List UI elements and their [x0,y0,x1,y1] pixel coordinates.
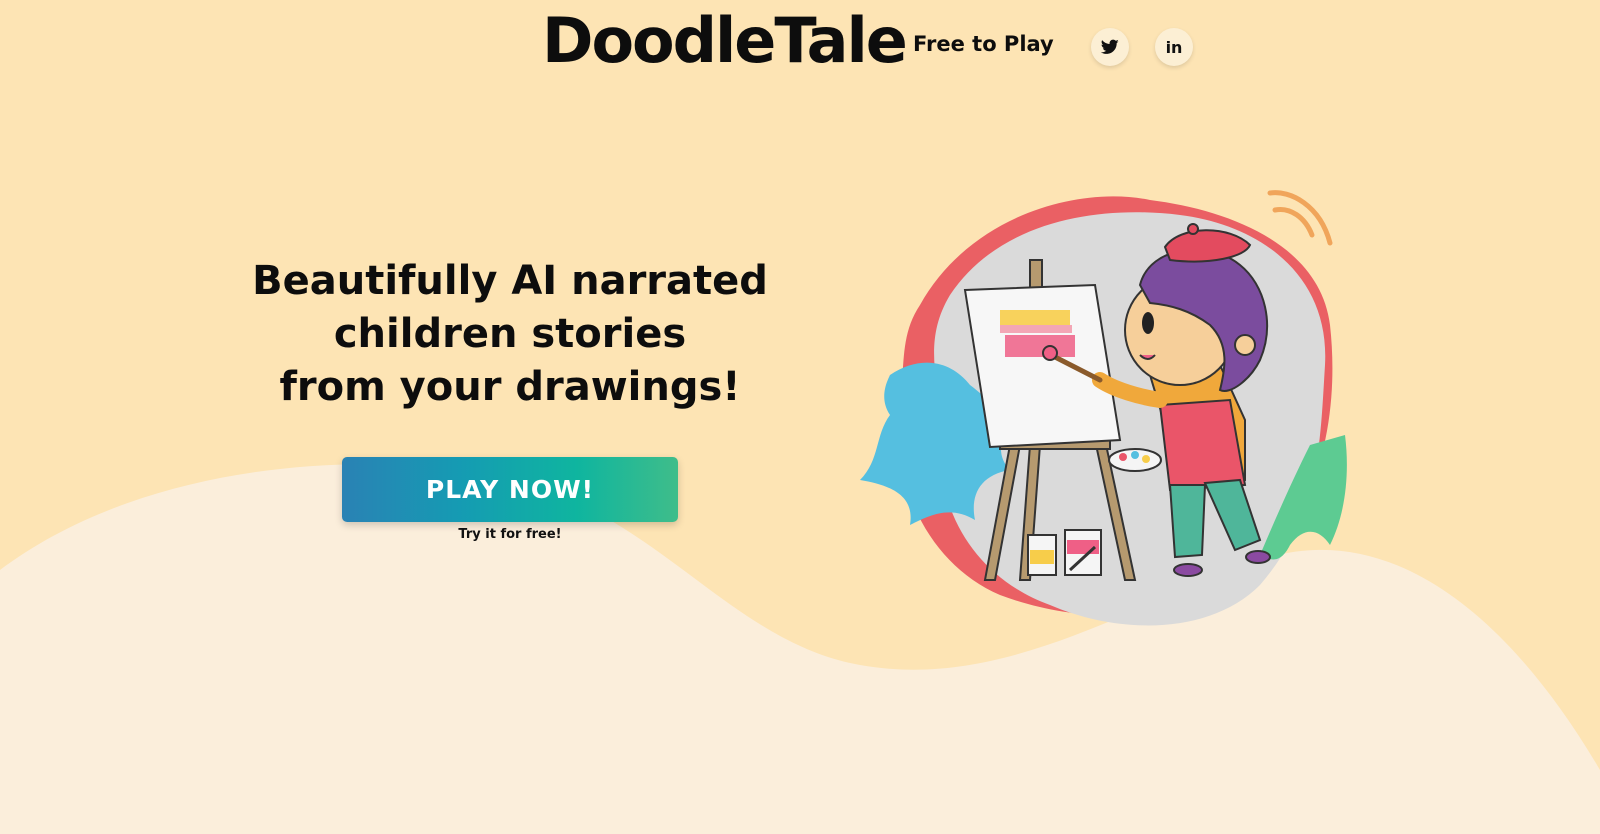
site-logo[interactable]: DoodleTale [542,4,908,77]
twitter-button[interactable] [1091,28,1129,66]
hero-title-line: children stories [333,311,687,357]
try-free-caption: Try it for free! [458,527,562,542]
twitter-icon [1101,39,1119,54]
linkedin-icon: in [1165,37,1183,57]
hero-title-line: from your drawings! [279,364,741,410]
child-painting-illustration [860,190,1347,626]
hero-title-line: Beautifully AI narrated [252,258,768,304]
site-header: DoodleTale Free to Play in [0,0,1600,100]
nav-free-to-play[interactable]: Free to Play [913,32,1054,56]
linkedin-button[interactable]: in [1155,28,1193,66]
hero-title: Beautifully AI narrated children stories… [240,255,780,414]
play-now-button[interactable]: PLAY NOW! [342,457,678,522]
